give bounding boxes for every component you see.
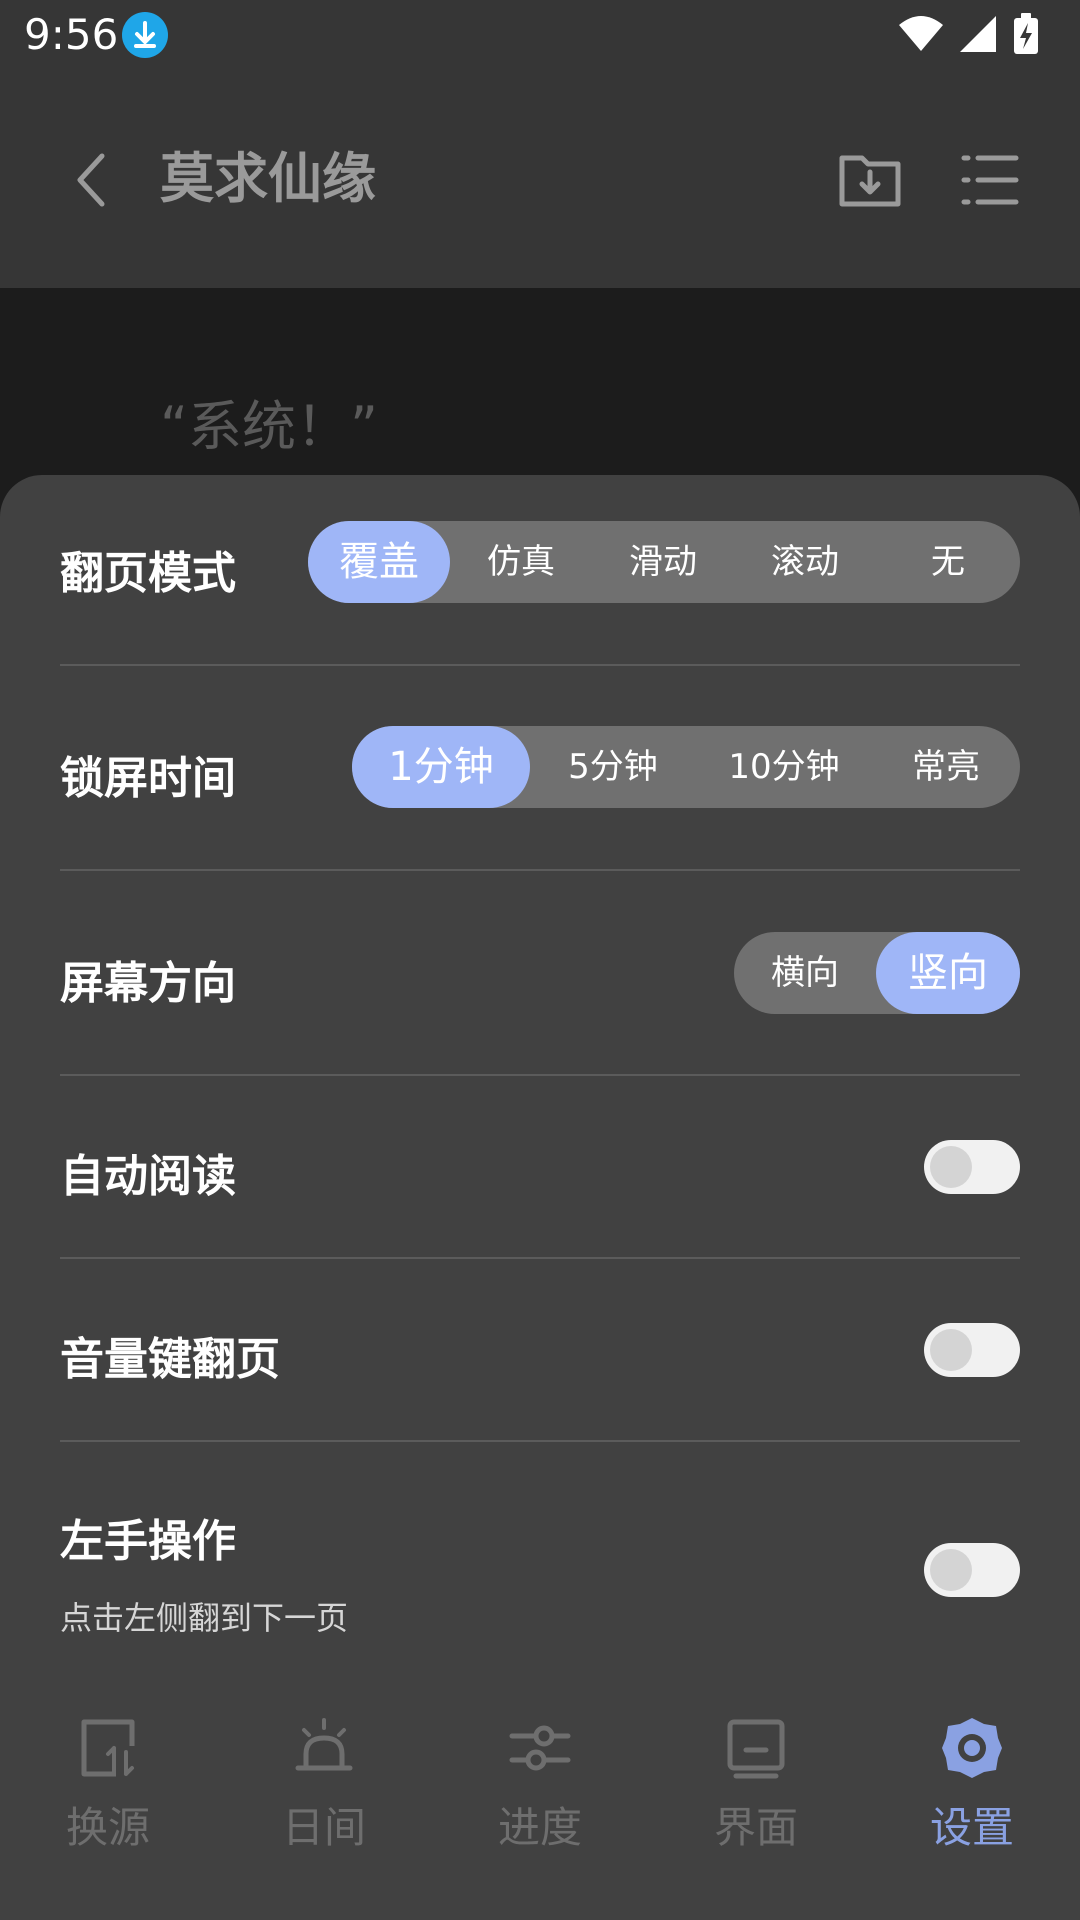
display-icon <box>727 1719 785 1779</box>
download-folder-icon[interactable] <box>838 148 902 212</box>
battery-charging-icon <box>1012 12 1040 60</box>
lock-time-option-always-on[interactable]: 常亮 <box>872 726 1020 808</box>
toggle-knob <box>930 1549 972 1591</box>
volume-key-page-turn-toggle[interactable] <box>924 1323 1020 1377</box>
volume-key-page-turn-label: 音量键翻页 <box>60 1334 280 1385</box>
table-of-contents-icon[interactable] <box>960 150 1020 210</box>
settings-gear-icon <box>942 1718 1002 1778</box>
divider <box>60 664 1020 666</box>
reader-content-text: “系统！” <box>160 395 378 458</box>
page-mode-option-slide[interactable]: 滑动 <box>592 521 734 603</box>
auto-read-toggle[interactable] <box>924 1140 1020 1194</box>
progress-sliders-icon <box>509 1725 571 1771</box>
left-hand-mode-label: 左手操作 <box>60 1516 236 1567</box>
divider <box>60 1257 1020 1259</box>
orientation-selector: 横向 竖向 <box>734 932 1020 1014</box>
left-hand-mode-hint: 点击左侧翻到下一页 <box>60 1599 349 1637</box>
page-mode-selector: 覆盖 仿真 滑动 滚动 无 <box>308 521 1020 603</box>
divider <box>60 869 1020 871</box>
switch-source-icon <box>81 1719 135 1777</box>
orientation-label: 屏幕方向 <box>60 958 236 1009</box>
lock-time-option-1min[interactable]: 1分钟 <box>352 726 530 808</box>
download-notification-icon <box>122 12 168 58</box>
nav-item-switch-source[interactable]: 换源 <box>28 1686 188 1866</box>
page-mode-option-cover[interactable]: 覆盖 <box>308 521 450 603</box>
page-mode-option-none[interactable]: 无 <box>876 521 1020 603</box>
book-title: 莫求仙缘 <box>160 147 376 210</box>
nav-label: 设置 <box>929 1803 1014 1852</box>
lock-time-option-10min[interactable]: 10分钟 <box>696 726 872 808</box>
top-app-bar: 莫求仙缘 <box>0 72 1080 288</box>
signal-icon <box>958 14 998 58</box>
status-bar: 9:56 <box>0 0 1080 72</box>
toggle-knob <box>930 1146 972 1188</box>
divider <box>60 1074 1020 1076</box>
nav-label: 进度 <box>497 1803 582 1852</box>
back-arrow-icon[interactable] <box>66 152 122 208</box>
wifi-icon <box>898 15 944 57</box>
auto-read-label: 自动阅读 <box>60 1151 236 1202</box>
lock-time-option-5min[interactable]: 5分钟 <box>530 726 696 808</box>
orientation-option-landscape[interactable]: 横向 <box>734 932 876 1014</box>
nav-label: 换源 <box>65 1803 150 1852</box>
bottom-navigation: 换源 日间 进度 界面 设置 <box>0 1686 1080 1920</box>
page-mode-label: 翻页模式 <box>60 548 236 599</box>
nav-item-display[interactable]: 界面 <box>676 1686 836 1866</box>
day-mode-icon <box>295 1718 353 1771</box>
nav-item-settings[interactable]: 设置 <box>892 1686 1052 1866</box>
nav-label: 界面 <box>713 1803 798 1852</box>
nav-item-day-mode[interactable]: 日间 <box>244 1686 404 1866</box>
nav-label: 日间 <box>281 1803 366 1852</box>
page-mode-option-simulation[interactable]: 仿真 <box>450 521 592 603</box>
lock-time-label: 锁屏时间 <box>60 753 236 804</box>
orientation-option-portrait[interactable]: 竖向 <box>876 932 1020 1014</box>
divider <box>60 1440 1020 1442</box>
lock-time-selector: 1分钟 5分钟 10分钟 常亮 <box>352 726 1020 808</box>
status-time: 9:56 <box>24 10 119 59</box>
left-hand-mode-toggle[interactable] <box>924 1543 1020 1597</box>
nav-item-progress[interactable]: 进度 <box>460 1686 620 1866</box>
toggle-knob <box>930 1329 972 1371</box>
page-mode-option-scroll[interactable]: 滚动 <box>734 521 876 603</box>
